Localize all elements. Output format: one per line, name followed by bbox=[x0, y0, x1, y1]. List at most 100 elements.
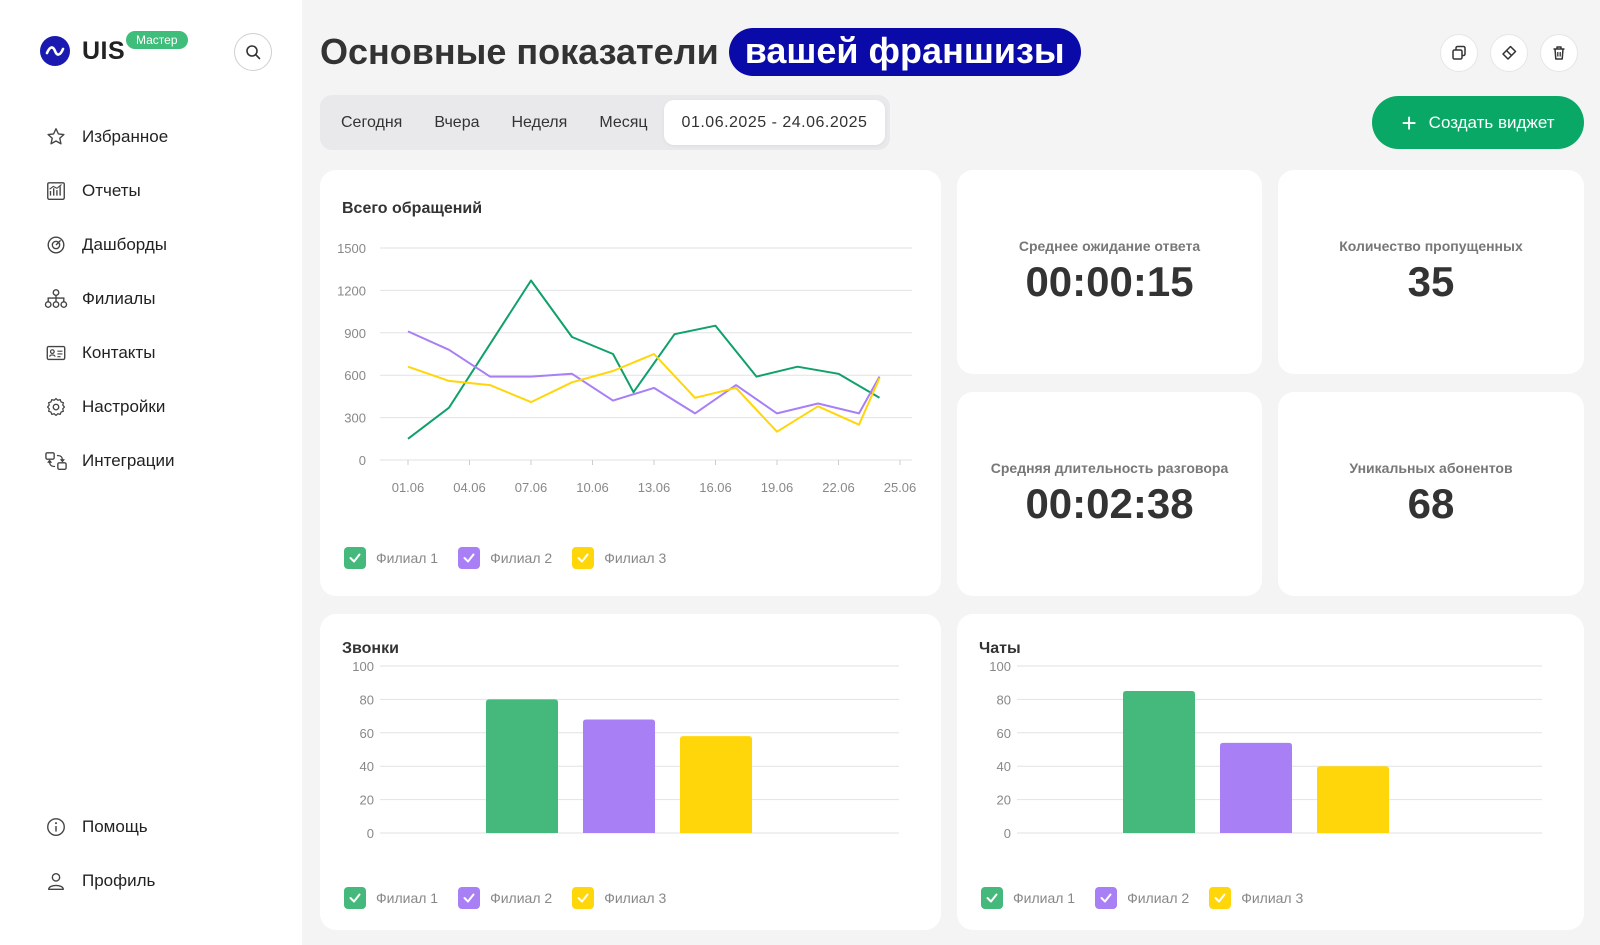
sidebar-item-settings[interactable]: Настройки bbox=[44, 380, 274, 434]
sidebar-item-dashboards[interactable]: Дашборды bbox=[44, 218, 274, 272]
sidebar-nav: Избранное Отчеты Дашборды Филиалы Контак… bbox=[44, 110, 274, 488]
legend-item[interactable]: Филиал 2 bbox=[458, 547, 552, 569]
sidebar-item-profile[interactable]: Профиль bbox=[44, 854, 274, 908]
x-tick-label: 19.06 bbox=[761, 480, 794, 495]
avg-wait-card: Среднее ожидание ответа 00:00:15 bbox=[957, 170, 1262, 374]
x-tick-label: 22.06 bbox=[822, 480, 855, 495]
x-tick-label: 01.06 bbox=[392, 480, 425, 495]
y-tick-label: 1500 bbox=[337, 241, 366, 256]
y-tick-label: 80 bbox=[997, 692, 1011, 707]
period-tab-month[interactable]: Месяц bbox=[583, 100, 663, 145]
checkbox-checked-icon[interactable] bbox=[344, 547, 366, 569]
legend-label: Филиал 3 bbox=[604, 890, 667, 906]
legend-item[interactable]: Филиал 3 bbox=[572, 887, 666, 909]
delete-button[interactable] bbox=[1540, 34, 1578, 72]
x-tick-label: 13.06 bbox=[638, 480, 671, 495]
copy-icon bbox=[1452, 45, 1466, 60]
page-title-highlight: вашей франшизы bbox=[728, 28, 1081, 76]
y-tick-label: 1200 bbox=[337, 283, 366, 298]
checkbox-checked-icon[interactable] bbox=[981, 887, 1003, 909]
sidebar-item-branches[interactable]: Филиалы bbox=[44, 272, 274, 326]
y-tick-label: 20 bbox=[360, 793, 374, 808]
branches-icon bbox=[44, 287, 68, 311]
chart-legend: Филиал 1 Филиал 2 Филиал 3 bbox=[344, 887, 666, 909]
logo-wave-icon bbox=[40, 36, 70, 66]
series-line-3 bbox=[407, 353, 881, 433]
checkbox-checked-icon[interactable] bbox=[1095, 887, 1118, 909]
search-icon bbox=[246, 45, 261, 60]
plus-icon: + bbox=[1401, 107, 1417, 138]
legend-item[interactable]: Филиал 3 bbox=[1209, 887, 1303, 909]
search-button[interactable] bbox=[234, 33, 272, 71]
sidebar-item-integrations[interactable]: Интеграции bbox=[44, 434, 274, 488]
sidebar-item-favorites[interactable]: Избранное bbox=[44, 110, 274, 164]
sidebar-item-label: Интеграции bbox=[82, 451, 175, 470]
legend-label: Филиал 1 bbox=[1013, 890, 1076, 906]
sidebar-item-contacts[interactable]: Контакты bbox=[44, 326, 274, 380]
chart-legend: Филиал 1 Филиал 2 Филиал 3 bbox=[344, 547, 666, 569]
unique-callers-card: Уникальных абонентов 68 bbox=[1278, 392, 1584, 596]
sidebar-item-label: Контакты bbox=[82, 343, 156, 362]
y-tick-label: 20 bbox=[997, 793, 1011, 808]
legend-item[interactable]: Филиал 2 bbox=[1095, 887, 1189, 909]
sidebar-item-label: Избранное bbox=[82, 127, 169, 146]
duplicate-button[interactable] bbox=[1440, 34, 1478, 72]
eraser-icon bbox=[1502, 45, 1517, 60]
checkbox-checked-icon[interactable] bbox=[1209, 887, 1232, 909]
legend-label: Филиал 1 bbox=[376, 890, 439, 906]
sidebar-item-label: Настройки bbox=[82, 397, 166, 416]
legend-label: Филиал 2 bbox=[490, 550, 553, 566]
bar-3 bbox=[680, 736, 752, 833]
role-badge: Мастер bbox=[126, 31, 188, 49]
legend-label: Филиал 2 bbox=[490, 890, 553, 906]
missed-calls-card: Количество пропущенных 35 bbox=[1278, 170, 1584, 374]
contacts-card-icon bbox=[44, 341, 68, 365]
stat-value: 00:00:15 bbox=[1025, 258, 1194, 305]
stat-label: Среднее ожидание ответа bbox=[1018, 238, 1201, 254]
card-title: Всего обращений bbox=[342, 200, 483, 217]
x-tick-label: 10.06 bbox=[576, 480, 609, 495]
edit-button[interactable] bbox=[1490, 34, 1528, 72]
sidebar-item-reports[interactable]: Отчеты bbox=[44, 164, 274, 218]
legend-label: Филиал 3 bbox=[1241, 890, 1304, 906]
date-range-picker[interactable]: 01.06.2025 - 24.06.2025 bbox=[663, 100, 886, 145]
stat-label: Уникальных абонентов bbox=[1349, 460, 1513, 476]
legend-item[interactable]: Филиал 1 bbox=[981, 887, 1075, 909]
integrations-icon bbox=[44, 449, 68, 473]
y-tick-label: 100 bbox=[352, 659, 374, 674]
legend-item[interactable]: Филиал 2 bbox=[458, 887, 552, 909]
sidebar-item-label: Отчеты bbox=[82, 181, 141, 200]
sidebar-item-help[interactable]: Помощь bbox=[44, 800, 274, 854]
legend-label: Филиал 2 bbox=[1127, 890, 1190, 906]
y-tick-label: 40 bbox=[360, 759, 374, 774]
x-tick-label: 04.06 bbox=[453, 480, 486, 495]
page-title: Основные показатели вашей франшизы bbox=[320, 28, 1081, 76]
checkbox-checked-icon[interactable] bbox=[572, 547, 595, 569]
legend-item[interactable]: Филиал 3 bbox=[572, 547, 666, 569]
stat-value: 00:02:38 bbox=[1025, 480, 1194, 527]
checkbox-checked-icon[interactable] bbox=[458, 887, 481, 909]
stat-value: 35 bbox=[1407, 258, 1455, 305]
period-selector: Сегодня Вчера Неделя Месяц 01.06.2025 - … bbox=[320, 95, 891, 150]
period-tab-yesterday[interactable]: Вчера bbox=[418, 100, 495, 145]
logo[interactable]: UIS bbox=[40, 36, 125, 66]
y-tick-label: 0 bbox=[1004, 826, 1011, 841]
legend-label: Филиал 1 bbox=[376, 550, 439, 566]
top-actions bbox=[1440, 34, 1578, 72]
sidebar-item-label: Профиль bbox=[82, 871, 156, 890]
legend-label: Филиал 3 bbox=[604, 550, 667, 566]
checkbox-checked-icon[interactable] bbox=[572, 887, 595, 909]
bar-1 bbox=[486, 699, 558, 833]
period-tab-week[interactable]: Неделя bbox=[496, 100, 584, 145]
checkbox-checked-icon[interactable] bbox=[344, 887, 366, 909]
legend-item[interactable]: Филиал 1 bbox=[344, 887, 438, 909]
y-tick-label: 80 bbox=[360, 692, 374, 707]
y-tick-label: 900 bbox=[344, 326, 366, 341]
legend-item[interactable]: Филиал 1 bbox=[344, 547, 438, 569]
chats-card: Чаты 0 20 40 60 80 100 Филиал 1 Филиал 2 Филиал… bbox=[957, 614, 1584, 930]
avg-talk-card: Средняя длительность разговора 00:02:38 bbox=[957, 392, 1262, 596]
checkbox-checked-icon[interactable] bbox=[458, 547, 481, 569]
create-widget-button[interactable]: + Создать виджет bbox=[1372, 96, 1584, 149]
star-icon bbox=[44, 125, 68, 149]
period-tab-today[interactable]: Сегодня bbox=[325, 100, 418, 145]
